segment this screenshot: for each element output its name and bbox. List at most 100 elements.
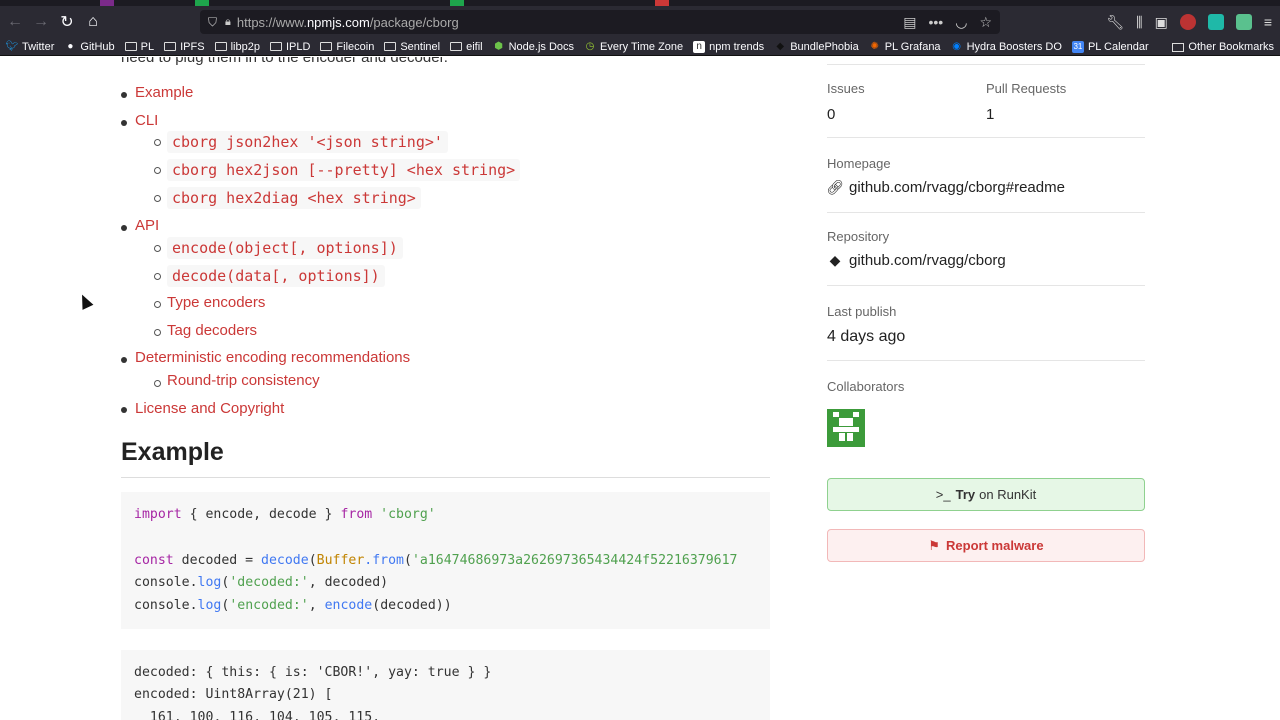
lock-icon[interactable]: 🔒︎ — [225, 16, 231, 29]
code-string: 'a16474686973a262697365434424f5221637961… — [411, 553, 738, 568]
runkit-try-label: Try — [955, 487, 976, 502]
report-malware-label: Report malware — [946, 538, 1044, 553]
digitalocean-icon: ◉ — [952, 41, 961, 52]
flag-icon: ⚑ — [928, 537, 941, 553]
bookmark-folder-pl[interactable]: PL — [124, 41, 154, 53]
toc-link-deterministic[interactable]: Deterministic encoding recommendations — [135, 349, 410, 366]
issues-count[interactable]: 0 — [827, 106, 835, 123]
bookmark-twitter[interactable]: 🐦︎ Twitter — [5, 41, 55, 53]
code-string: 'cborg' — [380, 507, 436, 522]
toc-link-api-encode[interactable]: encode(object[, options]) — [167, 237, 403, 259]
wrench-icon[interactable]: 🔧︎ — [1106, 14, 1124, 31]
more-icon[interactable]: ••• — [929, 14, 944, 30]
bookmark-folder-ipfs[interactable]: IPFS — [164, 40, 205, 53]
bookmark-every-time-zone[interactable]: ◷ Every Time Zone — [584, 40, 684, 53]
sidebar-icon[interactable]: ▣ — [1155, 14, 1168, 31]
code-text: decoded = — [173, 553, 262, 568]
bookmark-label: Hydra Boosters DO — [966, 40, 1062, 53]
code-class: Buffer — [316, 553, 365, 568]
code-line: decoded: { this: { is: 'CBOR!', yay: tru… — [134, 665, 492, 680]
report-malware-button[interactable]: ⚑ Report malware — [827, 529, 1145, 562]
sub-bullet — [154, 167, 161, 174]
bookmark-label: IPFS — [180, 40, 205, 53]
url-prefix: https://www. — [236, 14, 307, 30]
page-content: need to plug them in to the encoder and … — [0, 57, 1280, 720]
pocket-icon[interactable]: ◡ — [955, 14, 967, 31]
extension-icon[interactable] — [1207, 14, 1224, 30]
extension-icon[interactable] — [1235, 14, 1252, 30]
bookmark-nodejs-docs[interactable]: ⬢ Node.js Docs — [493, 41, 574, 53]
bookmark-folder-sentinel[interactable]: Sentinel — [384, 41, 440, 53]
url-text[interactable]: https://www.npmjs.com/package/cborg — [237, 15, 459, 30]
bookmark-folder-ipld[interactable]: IPLD — [269, 40, 311, 53]
home-icon[interactable]: ⌂ — [80, 9, 106, 35]
toc-link-roundtrip[interactable]: Round-trip consistency — [167, 372, 320, 389]
bookmark-label: PL Calendar — [1087, 40, 1149, 53]
code-function: encode — [324, 598, 373, 613]
pull-requests-count[interactable]: 1 — [986, 106, 994, 123]
reload-icon[interactable]: ↻ — [54, 9, 80, 35]
code-line: const decoded = decode(Buffer.from('a164… — [134, 553, 738, 568]
code-line: encoded: Uint8Array(21) [ — [134, 687, 333, 702]
reader-view-icon[interactable]: ▤ — [903, 14, 916, 31]
terminal-icon: >_ — [935, 487, 951, 502]
bookmark-folder-filecoin[interactable]: Filecoin — [320, 41, 374, 53]
shield-icon[interactable]: ⛉ — [208, 15, 217, 30]
url-bar[interactable]: ⛉ 🔒︎ https://www.npmjs.com/package/cborg… — [200, 10, 1000, 34]
calendar-icon: 31 — [1071, 40, 1084, 53]
menu-icon[interactable]: ≡ — [1264, 14, 1272, 30]
runkit-label: on RunKit — [979, 487, 1037, 502]
toc-link-cli-hex2json[interactable]: cborg hex2json [--pretty] <hex string> — [167, 159, 521, 181]
toc-link-cli[interactable]: CLI — [135, 112, 158, 129]
toc-link-type-encoders[interactable]: Type encoders — [167, 294, 265, 311]
back-icon[interactable]: ← — [2, 9, 28, 35]
bookmark-folder-libp2p[interactable]: libp2p — [214, 41, 260, 53]
toc-link-cli-hex2diag[interactable]: cborg hex2diag <hex string> — [167, 187, 421, 209]
sidebar-divider — [827, 64, 1145, 65]
toc-link-api[interactable]: API — [135, 217, 159, 234]
folder-icon — [214, 42, 227, 51]
folder-icon — [164, 42, 177, 51]
bookmark-folder-eifil[interactable]: eifil — [450, 41, 483, 53]
bookmark-pl-grafana[interactable]: ✺ PL Grafana — [869, 41, 941, 53]
sub-bullet — [154, 301, 161, 308]
pull-requests-label: Pull Requests — [986, 81, 1067, 96]
toc-link-example[interactable]: Example — [135, 84, 193, 101]
toc-link-cli-json2hex[interactable]: cborg json2hex '<json string>' — [167, 131, 448, 153]
bookmark-star-icon[interactable]: ☆ — [979, 14, 992, 31]
sub-bullet — [154, 139, 161, 146]
toc-link-license[interactable]: License and Copyright — [135, 400, 284, 417]
clock-icon: ◷ — [585, 41, 595, 52]
bookmark-label: Sentinel — [400, 40, 441, 53]
extension-icon[interactable] — [1179, 14, 1196, 30]
repository-link[interactable]: ◆ github.com/rvagg/cborg — [827, 252, 1006, 269]
code-function: log — [197, 598, 222, 613]
bullet — [121, 407, 127, 413]
bookmark-label: Every Time Zone — [600, 40, 684, 53]
repository-label: Repository — [827, 229, 890, 244]
forward-icon[interactable]: → — [28, 9, 54, 35]
twitter-icon: 🐦︎ — [5, 41, 19, 52]
code-line: console.log('decoded:', decoded) — [134, 575, 389, 590]
other-bookmarks[interactable]: Other Bookmarks — [1172, 38, 1274, 56]
collaborator-avatar[interactable] — [827, 409, 865, 447]
code-line: import { encode, decode } from 'cborg' — [134, 507, 436, 522]
code-block-output[interactable]: decoded: { this: { is: 'CBOR!', yay: tru… — [121, 650, 770, 720]
library-icon[interactable]: ⫼ — [1136, 14, 1142, 31]
bookmark-npm-trends[interactable]: n npm trends — [693, 40, 764, 53]
bookmark-bundlephobia[interactable]: ◆ BundlePhobia — [774, 41, 858, 53]
bookmark-hydra-boosters[interactable]: ◉ Hydra Boosters DO — [951, 41, 1062, 53]
folder-icon — [269, 42, 282, 51]
try-on-runkit-button[interactable]: >_ Try on RunKit — [827, 478, 1145, 511]
bullet — [121, 225, 127, 231]
toc-link-api-decode[interactable]: decode(data[, options]) — [167, 265, 385, 287]
code-keyword: from — [340, 507, 373, 522]
bookmark-pl-calendar[interactable]: 31 PL Calendar — [1071, 40, 1149, 53]
bookmark-label: Node.js Docs — [508, 40, 575, 53]
toc-link-tag-decoders[interactable]: Tag decoders — [167, 322, 257, 339]
code-function: decode — [261, 553, 309, 568]
code-block-example[interactable]: import { encode, decode } from 'cborg' c… — [121, 492, 770, 629]
homepage-link[interactable]: 🔗︎ github.com/rvagg/cborg#readme — [826, 179, 1065, 196]
bookmark-label: IPLD — [285, 40, 311, 53]
bookmark-github[interactable]: ● GitHub — [64, 41, 114, 53]
